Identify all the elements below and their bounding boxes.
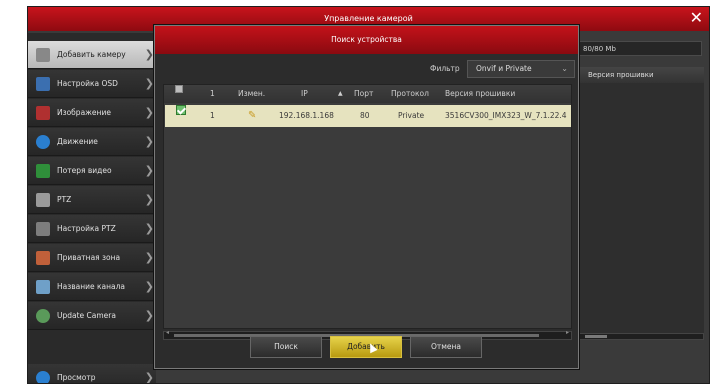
scroll-right-icon[interactable]: ▸ [566,329,569,336]
privacy-zone-icon [36,251,50,265]
sidebar-item-label: Движение [57,137,98,146]
sidebar-item-image[interactable]: Изображение ❯ [28,99,156,127]
chevron-right-icon: ❯ [144,48,154,61]
filter-select[interactable]: Onvif и Private ⌄ [467,60,575,78]
col-header-firmware[interactable]: Версия прошивки [445,85,515,103]
cell-number: 1 [210,111,215,120]
sidebar-item-osd[interactable]: Настройка OSD ❯ [28,70,156,98]
filter-label: Фильтр [430,64,460,73]
sidebar-item-label: Изображение [57,108,111,117]
ptz-settings-icon [36,222,50,236]
chevron-right-icon: ❯ [144,371,154,384]
preview-icon [36,371,50,383]
sidebar-item-label: Приватная зона [57,253,121,262]
sidebar-item-label: Просмотр [57,373,96,382]
motion-icon [36,135,50,149]
sidebar-item-privacy-zone[interactable]: Приватная зона ❯ [28,244,156,272]
table-header: 1 Измен. IP ▲ Порт Протокол Версия проши… [164,85,571,103]
chevron-right-icon: ❯ [144,222,154,235]
add-button[interactable]: Добавить [330,336,402,358]
sidebar-item-motion[interactable]: Движение ❯ [28,128,156,156]
sidebar-item-label: PTZ [57,195,72,204]
sidebar-item-label: Настройка OSD [57,79,118,88]
firmware-list [578,83,704,333]
chevron-right-icon: ❯ [144,280,154,293]
search-button[interactable]: Поиск [250,336,322,358]
close-icon[interactable]: ✕ [690,9,703,27]
firmware-column-header: Версия прошивки [578,67,704,83]
osd-icon [36,77,50,91]
select-all-checkbox[interactable] [175,85,183,93]
dialog-title: Поиск устройства [155,26,578,54]
cancel-button[interactable]: Отмена [410,336,482,358]
sort-asc-icon: ▲ [338,90,343,97]
chevron-right-icon: ❯ [144,251,154,264]
sidebar-item-video-loss[interactable]: Потеря видео ❯ [28,157,156,185]
sidebar-item-label: Потеря видео [57,166,112,175]
device-search-dialog: Поиск устройства Фильтр Onvif и Private … [154,25,579,369]
right-panel-scrollbar[interactable] [578,333,704,340]
chevron-right-icon: ❯ [144,135,154,148]
chevron-right-icon: ❯ [144,106,154,119]
right-panel: 80/80 Mb Версия прошивки [574,33,709,383]
window-title: Управление камерой [324,14,413,23]
filter-value: Onvif и Private [476,64,532,73]
col-header-ip[interactable]: IP [301,85,308,103]
chevron-right-icon: ❯ [144,309,154,322]
col-header-edit[interactable]: Измен. [238,85,265,103]
video-loss-icon [36,164,50,178]
chevron-down-icon: ⌄ [561,64,568,73]
row-checkbox[interactable] [176,105,186,115]
sidebar-item-label: Update Camera [57,311,116,320]
edit-pencil-icon[interactable]: ✎ [248,105,256,127]
table-row[interactable]: 1 ✎ 192.168.1.168 80 Private 3516CV300_I… [165,105,571,127]
camera-add-icon [36,48,50,62]
channel-name-icon [36,280,50,294]
col-header-protocol[interactable]: Протокол [391,85,429,103]
col-header-number: 1 [210,89,215,98]
cell-ip: 192.168.1.168 [279,111,334,120]
filter-row: Фильтр Onvif и Private ⌄ [155,60,578,78]
chevron-right-icon: ❯ [144,193,154,206]
sidebar-item-ptz-settings[interactable]: Настройка PTZ ❯ [28,215,156,243]
sidebar-item-channel-name[interactable]: Название канала ❯ [28,273,156,301]
ptz-camera-icon [36,193,50,207]
sidebar-item-label: Название канала [57,282,126,291]
sidebar-item-update-camera[interactable]: Update Camera ❯ [28,302,156,330]
scroll-left-icon[interactable]: ◂ [166,329,169,336]
sidebar: Добавить камеру ❯ Настройка OSD ❯ Изобра… [28,33,156,383]
sidebar-item-label: Настройка PTZ [57,224,116,233]
sidebar-item-label: Добавить камеру [57,50,126,59]
chevron-right-icon: ❯ [144,77,154,90]
sidebar-item-add-camera[interactable]: Добавить камеру ❯ [28,41,156,69]
update-icon [36,309,50,323]
cell-port: 80 [360,111,370,120]
sidebar-item-ptz[interactable]: PTZ ❯ [28,186,156,214]
image-icon [36,106,50,120]
cell-firmware: 3516CV300_IMX323_W_7.1.22.4 [445,111,567,120]
device-table: 1 Измен. IP ▲ Порт Протокол Версия проши… [163,84,572,329]
capacity-field: 80/80 Mb [578,41,702,56]
col-header-port[interactable]: Порт [354,85,373,103]
sidebar-item-preview[interactable]: Просмотр ❯ [28,364,156,384]
cell-protocol: Private [398,111,425,120]
chevron-right-icon: ❯ [144,164,154,177]
